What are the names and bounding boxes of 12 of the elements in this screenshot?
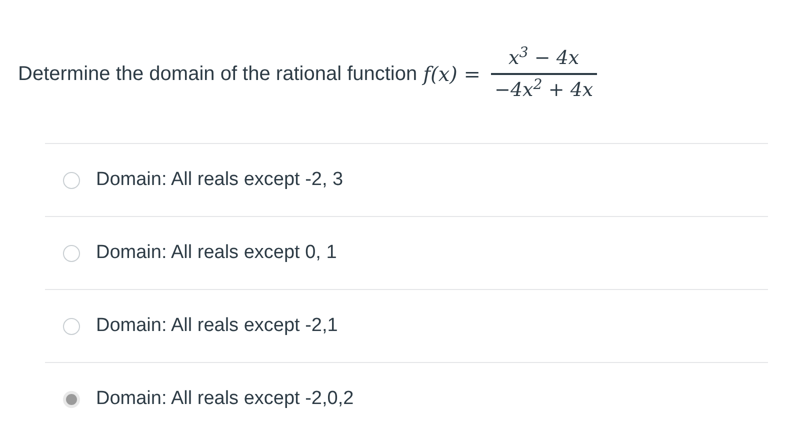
option-label: Domain: All reals except -2,0,2 — [96, 386, 354, 411]
radio-button[interactable] — [63, 244, 80, 262]
fraction-numerator: x$^{3}$ − 4x — [508, 46, 580, 70]
option-label: Domain: All reals except -2,1 — [96, 314, 338, 338]
radio-button[interactable] — [63, 318, 80, 334]
option-label: Domain: All reals except 0, 1 — [96, 240, 337, 265]
radio-button[interactable] — [63, 172, 80, 188]
radio-button[interactable] — [63, 390, 80, 408]
option-label: Domain: All reals except -2, 3 — [96, 168, 344, 192]
fraction-denominator: −4x$^{2}$ + 4x — [494, 78, 594, 102]
function-name: f(x) = — [423, 61, 481, 88]
question-text: Determine the domain of the rational function — [18, 62, 418, 87]
